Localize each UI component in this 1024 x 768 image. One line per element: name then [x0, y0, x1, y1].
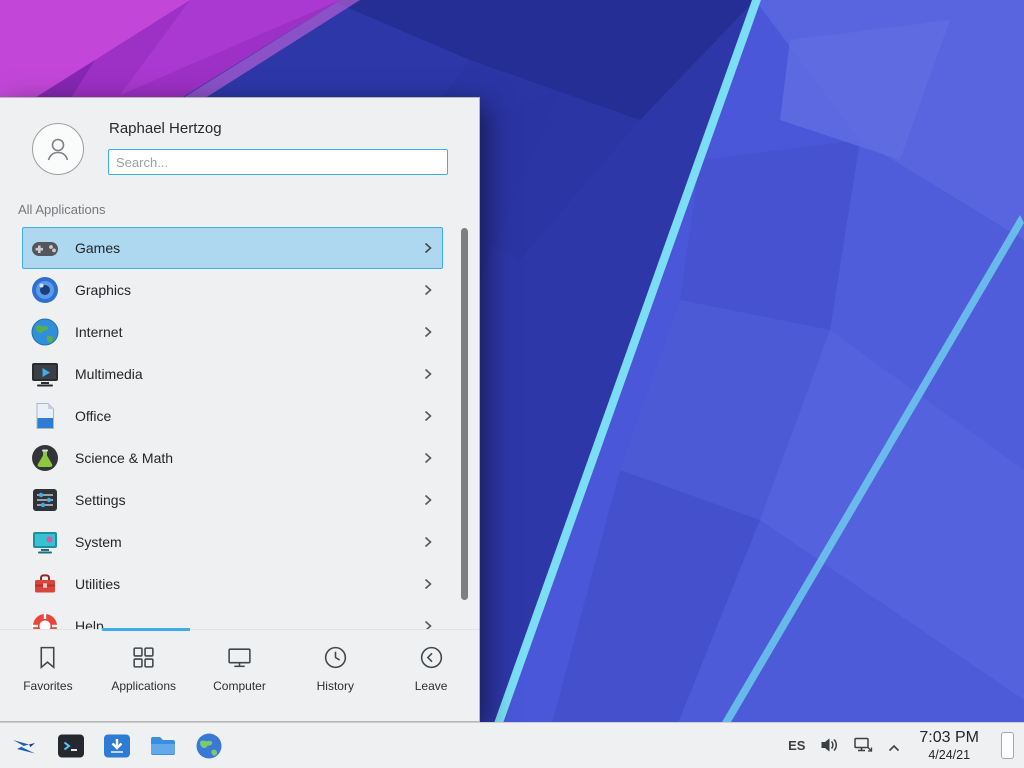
- category-item-multimedia[interactable]: Multimedia: [22, 353, 443, 395]
- system-tray: ES 7:03 PM 4/24/21: [788, 729, 1014, 762]
- user-name: Raphael Hertzog: [109, 120, 222, 137]
- taskbar: ES 7:03 PM 4/24/21: [0, 722, 1024, 768]
- user-avatar[interactable]: [32, 123, 84, 175]
- tab-computer[interactable]: Computer: [192, 630, 288, 721]
- category-item-internet[interactable]: Internet: [22, 311, 443, 353]
- category-label: Science & Math: [75, 450, 424, 466]
- monitor-play-icon: [29, 358, 61, 390]
- leave-icon: [418, 644, 445, 671]
- taskbar-left: [10, 731, 224, 761]
- submenu-arrow-icon: [424, 284, 432, 296]
- category-item-settings[interactable]: Settings: [22, 479, 443, 521]
- tab-label: Computer: [213, 679, 266, 693]
- life-ring-icon: [29, 610, 61, 629]
- tab-applications[interactable]: Applications: [96, 630, 192, 721]
- category-label: Games: [75, 240, 424, 256]
- camera-lens-icon: [29, 274, 61, 306]
- tab-favorites[interactable]: Favorites: [0, 630, 96, 721]
- list-scrollbar[interactable]: [461, 228, 468, 630]
- category-item-system[interactable]: System: [22, 521, 443, 563]
- section-label: All Applications: [0, 186, 479, 225]
- clock-date: 4/24/21: [919, 748, 979, 762]
- category-item-games[interactable]: Games: [22, 227, 443, 269]
- submenu-arrow-icon: [424, 536, 432, 548]
- person-icon: [43, 134, 73, 164]
- computer-icon: [226, 644, 253, 671]
- document-icon: [29, 400, 61, 432]
- tab-history[interactable]: History: [287, 630, 383, 721]
- app-grid-icon: [130, 644, 157, 671]
- system-monitor-icon: [29, 526, 61, 558]
- category-label: Multimedia: [75, 366, 424, 382]
- globe-icon: [29, 316, 61, 348]
- clock-icon: [322, 644, 349, 671]
- software-center-icon[interactable]: [102, 731, 132, 761]
- category-label: Graphics: [75, 282, 424, 298]
- submenu-arrow-icon: [424, 410, 432, 422]
- tab-leave[interactable]: Leave: [383, 630, 479, 721]
- tab-label: Applications: [111, 679, 176, 693]
- category-label: Settings: [75, 492, 424, 508]
- volume-icon[interactable]: [819, 735, 839, 755]
- category-item-graphics[interactable]: Graphics: [22, 269, 443, 311]
- category-label: Office: [75, 408, 424, 424]
- expand-panel-icon[interactable]: [887, 740, 901, 750]
- file-manager-icon[interactable]: [148, 731, 178, 761]
- network-icon[interactable]: [853, 735, 873, 755]
- sliders-icon: [29, 484, 61, 516]
- category-label: Internet: [75, 324, 424, 340]
- submenu-arrow-icon: [424, 242, 432, 254]
- category-label: Utilities: [75, 576, 424, 592]
- category-item-help[interactable]: Help: [22, 605, 443, 629]
- desktop: Raphael Hertzog All Applications Games G…: [0, 0, 1024, 768]
- active-tab-indicator: [102, 628, 190, 631]
- search-input[interactable]: [108, 149, 448, 175]
- category-item-office[interactable]: Office: [22, 395, 443, 437]
- gamepad-icon: [29, 232, 61, 264]
- submenu-arrow-icon: [424, 452, 432, 464]
- category-item-science-math[interactable]: Science & Math: [22, 437, 443, 479]
- bookmark-icon: [34, 644, 61, 671]
- keyboard-layout-indicator[interactable]: ES: [788, 738, 805, 753]
- kali-menu-icon[interactable]: [10, 731, 40, 761]
- submenu-arrow-icon: [424, 578, 432, 590]
- submenu-arrow-icon: [424, 368, 432, 380]
- toolbox-icon: [29, 568, 61, 600]
- digital-clock[interactable]: 7:03 PM 4/24/21: [915, 729, 983, 762]
- category-list: Games Graphics Internet: [0, 225, 479, 629]
- clock-time: 7:03 PM: [919, 729, 979, 747]
- tab-label: Favorites: [23, 679, 72, 693]
- submenu-arrow-icon: [424, 326, 432, 338]
- show-desktop-button[interactable]: [1001, 732, 1014, 759]
- application-launcher: Raphael Hertzog All Applications Games G…: [0, 97, 480, 722]
- launcher-tabbar: Favorites Applications Computer History: [0, 629, 479, 721]
- flask-icon: [29, 442, 61, 474]
- tab-label: History: [317, 679, 354, 693]
- scrollbar-thumb[interactable]: [461, 228, 468, 600]
- category-label: System: [75, 534, 424, 550]
- terminal-icon[interactable]: [56, 731, 86, 761]
- submenu-arrow-icon: [424, 494, 432, 506]
- launcher-header: Raphael Hertzog: [0, 98, 479, 186]
- category-item-utilities[interactable]: Utilities: [22, 563, 443, 605]
- submenu-arrow-icon: [424, 620, 432, 629]
- web-browser-icon[interactable]: [194, 731, 224, 761]
- tab-label: Leave: [415, 679, 448, 693]
